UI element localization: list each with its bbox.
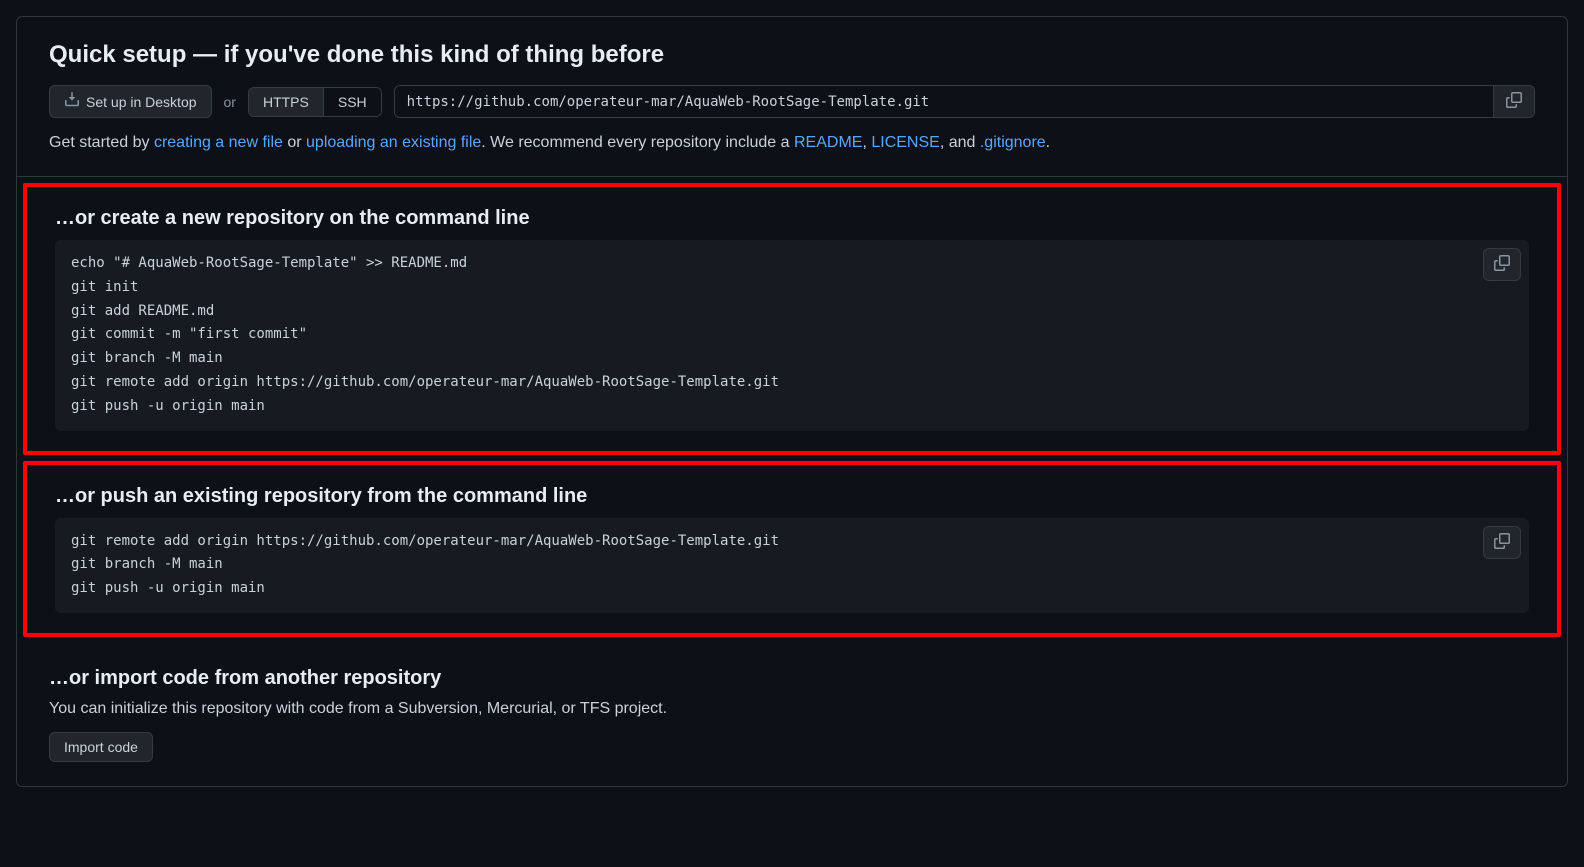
create-repo-title: …or create a new repository on the comma…: [55, 207, 1529, 230]
import-code-button[interactable]: Import code: [49, 732, 153, 762]
copy-push-code-button[interactable]: [1483, 526, 1521, 559]
clone-url-group: [394, 85, 1535, 118]
create-repo-code[interactable]: echo "# AquaWeb-RootSage-Template" >> RE…: [71, 252, 1513, 419]
import-title: …or import code from another repository: [49, 667, 1535, 690]
ssh-button[interactable]: SSH: [323, 88, 381, 116]
clipboard-icon: [1494, 255, 1510, 274]
gitignore-link[interactable]: .gitignore: [980, 134, 1046, 151]
copy-url-button[interactable]: [1493, 86, 1534, 117]
setup-desktop-button[interactable]: Set up in Desktop: [49, 85, 212, 118]
readme-link[interactable]: README: [794, 134, 862, 151]
copy-create-code-button[interactable]: [1483, 248, 1521, 281]
or-text: or: [224, 94, 236, 110]
clipboard-icon: [1494, 533, 1510, 552]
https-button[interactable]: HTTPS: [249, 88, 323, 116]
create-file-link[interactable]: creating a new file: [154, 134, 283, 151]
push-repo-title: …or push an existing repository from the…: [55, 485, 1529, 508]
header-section: Quick setup — if you've done this kind o…: [17, 17, 1567, 177]
import-desc: You can initialize this repository with …: [49, 700, 1535, 718]
quick-setup-container: Quick setup — if you've done this kind o…: [16, 16, 1568, 787]
page-title: Quick setup — if you've done this kind o…: [49, 41, 1535, 69]
desktop-download-icon: [64, 92, 80, 111]
setup-desktop-label: Set up in Desktop: [86, 94, 197, 110]
upload-file-link[interactable]: uploading an existing file: [306, 134, 481, 151]
clone-url-input[interactable]: [395, 86, 1493, 117]
push-repo-code-block: git remote add origin https://github.com…: [55, 518, 1529, 613]
clipboard-icon: [1506, 92, 1522, 111]
setup-controls-row: Set up in Desktop or HTTPS SSH: [49, 85, 1535, 118]
push-repo-section: …or push an existing repository from the…: [23, 461, 1561, 637]
push-repo-code[interactable]: git remote add origin https://github.com…: [71, 530, 1513, 601]
import-section: …or import code from another repository …: [17, 643, 1567, 786]
license-link[interactable]: LICENSE: [871, 134, 939, 151]
create-repo-code-block: echo "# AquaWeb-RootSage-Template" >> RE…: [55, 240, 1529, 431]
help-text: Get started by creating a new file or up…: [49, 134, 1535, 152]
protocol-toggle: HTTPS SSH: [248, 87, 382, 117]
create-repo-section: …or create a new repository on the comma…: [23, 183, 1561, 455]
